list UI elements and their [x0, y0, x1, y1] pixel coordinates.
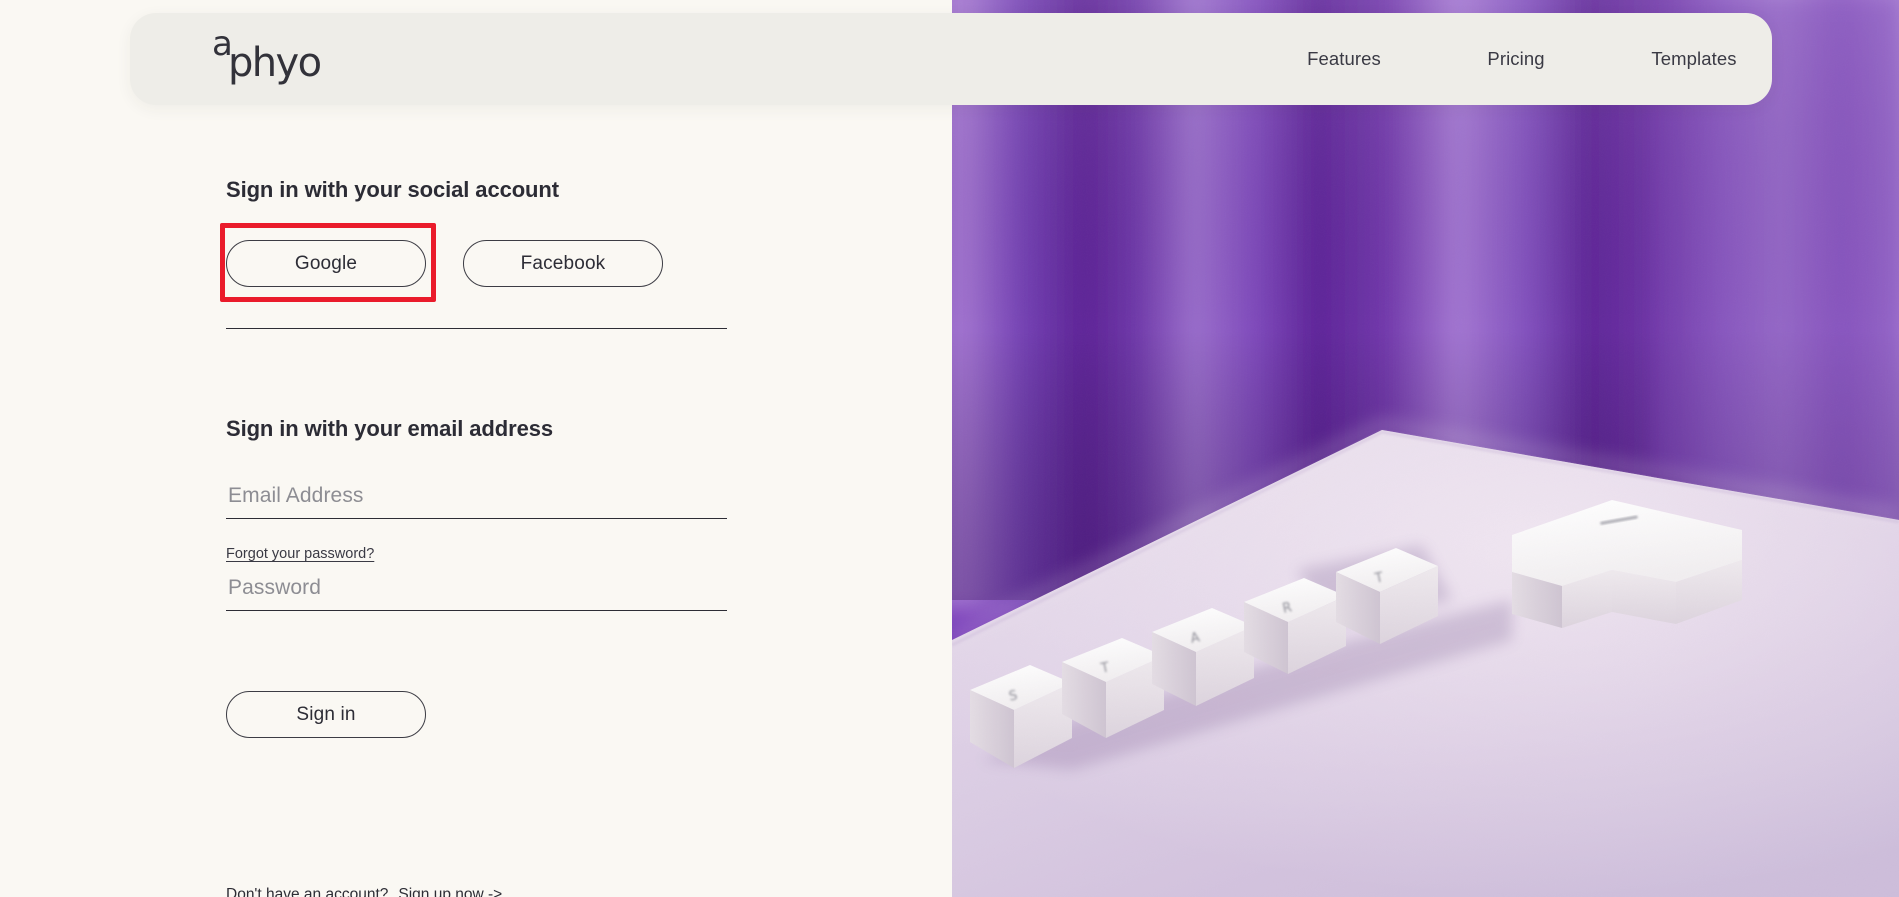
- nav-item-pricing[interactable]: Pricing: [1487, 48, 1544, 70]
- logo-mark-icon: a phyo: [212, 28, 322, 86]
- email-field-wrapper: [226, 479, 727, 519]
- signup-link[interactable]: Sign up now ->: [398, 886, 502, 897]
- email-signin-heading: Sign in with your email address: [226, 416, 553, 441]
- logo[interactable]: a phyo: [212, 28, 372, 90]
- forgot-password-link[interactable]: Forgot your password?: [226, 546, 374, 562]
- section-divider: [226, 328, 727, 329]
- signin-form-panel: Sign in with your social account Google …: [0, 105, 952, 897]
- nav-item-templates[interactable]: Templates: [1651, 48, 1736, 70]
- facebook-signin-button[interactable]: Facebook: [463, 240, 663, 287]
- signup-prompt: Don't have an account? Sign up now ->: [226, 886, 502, 897]
- password-input[interactable]: [226, 571, 727, 611]
- signin-page: S T A R: [0, 0, 1899, 897]
- nav-item-features[interactable]: Features: [1307, 48, 1381, 70]
- no-account-text: Don't have an account?: [226, 886, 389, 897]
- site-header: a phyo Features Pricing Templates: [130, 13, 1772, 105]
- social-signin-heading: Sign in with your social account: [226, 177, 559, 202]
- password-field-wrapper: [226, 571, 727, 611]
- google-signin-button[interactable]: Google: [226, 240, 426, 287]
- svg-text:phyo: phyo: [228, 40, 321, 86]
- email-input[interactable]: [226, 479, 727, 519]
- social-button-row: Google Facebook: [226, 240, 663, 287]
- hero-image: S T A R: [952, 0, 1899, 897]
- signin-submit-button[interactable]: Sign in: [226, 691, 426, 738]
